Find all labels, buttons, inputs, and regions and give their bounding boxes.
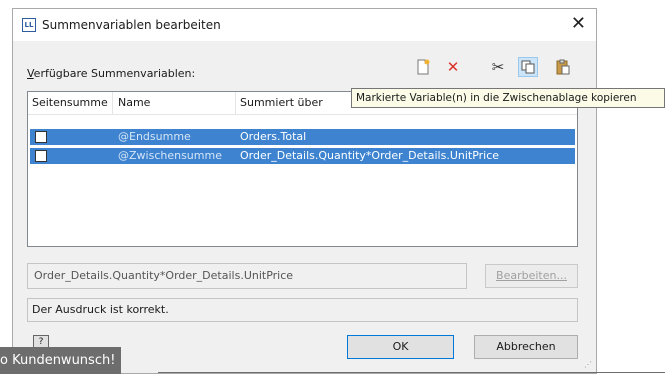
cancel-button[interactable]: Abbrechen — [474, 335, 578, 359]
variable-expression: Order_Details.Quantity*Order_Details.Uni… — [240, 149, 500, 162]
page-sum-checkbox[interactable] — [35, 131, 47, 143]
new-variable-icon[interactable] — [413, 57, 433, 77]
column-divider[interactable] — [112, 92, 113, 114]
available-variables-label: Verfügbare Summenvariablen: — [27, 67, 196, 80]
paste-icon[interactable] — [553, 57, 573, 77]
edit-button[interactable]: Bearbeiten... — [485, 264, 578, 288]
column-header-summed-over[interactable]: Summiert über — [240, 96, 323, 109]
variables-list[interactable]: Seitensumme Name Summiert über @Endsumme… — [27, 91, 578, 247]
table-row[interactable]: @Zwischensumme Order_Details.Quantity*Or… — [30, 148, 575, 164]
caption-banner: o Kundenwunsch! — [0, 347, 122, 374]
column-divider[interactable] — [235, 92, 236, 114]
delete-icon[interactable]: ✕ — [443, 57, 463, 77]
page-sum-checkbox[interactable] — [35, 150, 47, 162]
column-header-page-sum[interactable]: Seitensumme — [32, 96, 108, 109]
variable-name: @Endsumme — [118, 130, 191, 143]
ok-button[interactable]: OK — [347, 335, 454, 359]
copy-tooltip: Markierte Variable(n) in die Zwischenabl… — [351, 88, 665, 108]
title-bar: LL Summenvariablen bearbeiten ✕ — [13, 9, 596, 41]
close-icon[interactable]: ✕ — [571, 13, 586, 35]
status-message: Der Ausdruck ist korrekt. — [27, 298, 578, 322]
dialog-title: Summenvariablen bearbeiten — [42, 18, 221, 32]
copy-icon[interactable] — [518, 57, 538, 77]
expression-field[interactable]: Order_Details.Quantity*Order_Details.Uni… — [27, 263, 467, 289]
caption-rule — [158, 372, 665, 373]
app-icon: LL — [22, 18, 36, 32]
variable-name: @Zwischensumme — [118, 149, 222, 162]
dialog-window: LL Summenvariablen bearbeiten ✕ Verfügba… — [12, 8, 597, 374]
resize-grip-icon[interactable]: ⋰ — [584, 361, 592, 369]
cut-icon[interactable]: ✂ — [488, 57, 508, 77]
column-header-name[interactable]: Name — [118, 96, 150, 109]
variable-expression: Orders.Total — [240, 130, 307, 143]
table-row[interactable]: @Endsumme Orders.Total — [30, 129, 575, 145]
